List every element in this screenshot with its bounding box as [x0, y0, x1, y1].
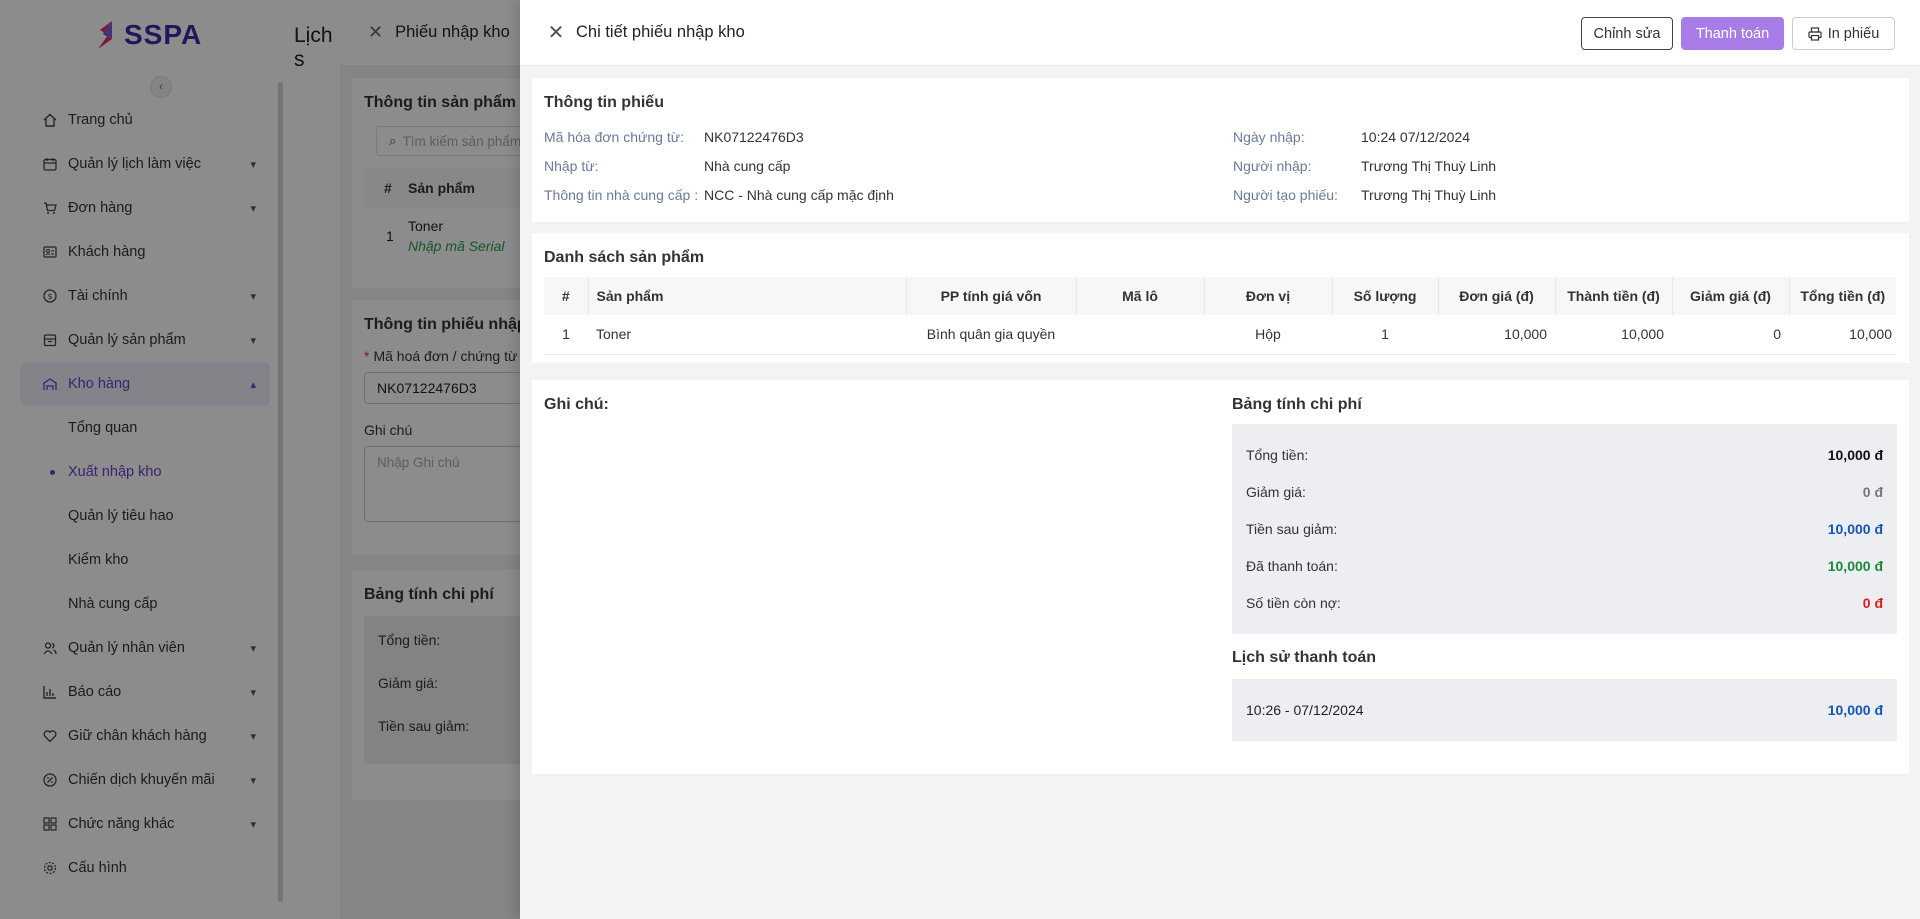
- print-button-label: In phiếu: [1827, 25, 1880, 42]
- cell-total: 10,000: [1789, 315, 1896, 355]
- cost-label: Tiền sau giảm:: [1246, 521, 1338, 537]
- importer-label: Người nhập:: [1233, 158, 1312, 174]
- close-icon[interactable]: ✕: [546, 22, 566, 44]
- supplier-label: Thông tin nhà cung cấp :: [544, 187, 699, 203]
- importer-row: Người nhập: Trương Thị Thuỳ Linh: [1233, 158, 1496, 174]
- product-list-title: Danh sách sản phẩm: [544, 249, 705, 266]
- cell-unit: Hộp: [1204, 315, 1332, 355]
- edit-button[interactable]: Chỉnh sửa: [1581, 17, 1673, 50]
- cost-label: Số tiền còn nợ:: [1246, 595, 1341, 611]
- th-lot: Mã lô: [1076, 277, 1205, 315]
- th-unit-price: Đơn giá (đ): [1438, 277, 1556, 315]
- th-qty: Số lượng: [1332, 277, 1439, 315]
- invoice-value: NK07122476D3: [704, 129, 804, 145]
- voucher-info-title: Thông tin phiếu: [544, 94, 664, 111]
- creator-row: Người tạo phiếu: Trương Thị Thuỳ Linh: [1233, 187, 1496, 203]
- cell-amount: 10,000: [1555, 315, 1672, 355]
- note-title: Ghi chú:: [544, 396, 609, 413]
- cost-line-paid: Đã thanh toán: 10,000 đ: [1246, 558, 1883, 578]
- cost-value: 10,000 đ: [1827, 558, 1883, 574]
- date-row: Ngày nhập: 10:24 07/12/2024: [1233, 129, 1470, 145]
- cost-label: Tổng tiền:: [1246, 447, 1309, 463]
- cell-discount: 0: [1672, 315, 1789, 355]
- cost-line-debt: Số tiền còn nợ: 0 đ: [1246, 595, 1883, 615]
- invoice-row: Mã hóa đơn chứng từ: NK07122476D3: [544, 129, 804, 145]
- cost-line-total: Tổng tiền: 10,000 đ: [1246, 447, 1883, 467]
- cell-unit-price: 10,000: [1438, 315, 1555, 355]
- cost-line-after-discount: Tiền sau giảm: 10,000 đ: [1246, 521, 1883, 541]
- cost-value: 10,000 đ: [1827, 521, 1883, 537]
- th-discount: Giảm giá (đ): [1672, 277, 1790, 315]
- payment-history-item: 10:26 - 07/12/2024 10,000 đ: [1232, 679, 1897, 741]
- source-label: Nhập từ:: [544, 158, 599, 174]
- th-amount: Thành tiền (đ): [1555, 277, 1673, 315]
- payment-amount: 10,000 đ: [1827, 702, 1883, 718]
- cell-qty: 1: [1332, 315, 1438, 355]
- cell-index: 1: [544, 315, 588, 355]
- th-unit: Đơn vị: [1204, 277, 1333, 315]
- source-value: Nhà cung cấp: [704, 158, 791, 174]
- th-product: Sản phẩm: [588, 277, 907, 315]
- modal-overlay[interactable]: [0, 0, 520, 919]
- cost-label: Giảm giá:: [1246, 484, 1306, 500]
- printer-icon: [1808, 26, 1822, 41]
- cost-value: 0 đ: [1862, 484, 1883, 500]
- supplier-value: NCC - Nhà cung cấp mặc định: [704, 187, 894, 203]
- importer-value: Trương Thị Thuỳ Linh: [1361, 158, 1497, 174]
- payment-history-title: Lịch sử thanh toán: [1232, 649, 1377, 666]
- th-total: Tổng tiền (đ): [1789, 277, 1896, 315]
- cost-value: 10,000 đ: [1827, 447, 1883, 463]
- creator-value: Trương Thị Thuỳ Linh: [1361, 187, 1497, 203]
- payment-time: 10:26 - 07/12/2024: [1246, 702, 1364, 718]
- product-list-card: Danh sách sản phẩm # Sản phẩm PP tính gi…: [532, 233, 1909, 363]
- detail-header: ✕ Chi tiết phiếu nhập kho Chỉnh sửa Than…: [520, 0, 1920, 66]
- cell-lot: [1076, 315, 1204, 355]
- table-row: 1 Toner Bình quân gia quyền Hộp 1 10,000…: [544, 315, 1896, 355]
- th-cost-method: PP tính giá vốn: [906, 277, 1077, 315]
- voucher-info-card: Thông tin phiếu Mã hóa đơn chứng từ: NK0…: [532, 78, 1909, 222]
- detail-drawer: ✕ Chi tiết phiếu nhập kho Chỉnh sửa Than…: [520, 0, 1920, 919]
- cost-value: 0 đ: [1862, 595, 1883, 611]
- supplier-row: Thông tin nhà cung cấp : NCC - Nhà cung …: [544, 187, 894, 203]
- pay-button[interactable]: Thanh toán: [1681, 17, 1784, 50]
- date-label: Ngày nhập:: [1233, 129, 1305, 145]
- detail-title: Chi tiết phiếu nhập kho: [576, 23, 745, 41]
- product-table: # Sản phẩm PP tính giá vốn Mã lô Đơn vị …: [544, 277, 1896, 355]
- date-value: 10:24 07/12/2024: [1361, 129, 1470, 145]
- cost-line-discount: Giảm giá: 0 đ: [1246, 484, 1883, 504]
- invoice-label: Mã hóa đơn chứng từ:: [544, 129, 684, 145]
- source-row: Nhập từ: Nhà cung cấp: [544, 158, 790, 174]
- cost-box: Tổng tiền: 10,000 đ Giảm giá: 0 đ Tiền s…: [1232, 424, 1897, 634]
- creator-label: Người tạo phiếu:: [1233, 187, 1338, 203]
- cell-cost-method: Bình quân gia quyền: [906, 315, 1076, 355]
- table-header-row: # Sản phẩm PP tính giá vốn Mã lô Đơn vị …: [544, 277, 1896, 315]
- cost-title: Bảng tính chi phí: [1232, 396, 1362, 413]
- th-index: #: [544, 277, 589, 315]
- print-button[interactable]: In phiếu: [1792, 17, 1895, 50]
- cell-product: Toner: [588, 315, 906, 355]
- summary-card: Ghi chú: Bảng tính chi phí Tổng tiền: 10…: [532, 380, 1909, 774]
- cost-label: Đã thanh toán:: [1246, 558, 1338, 574]
